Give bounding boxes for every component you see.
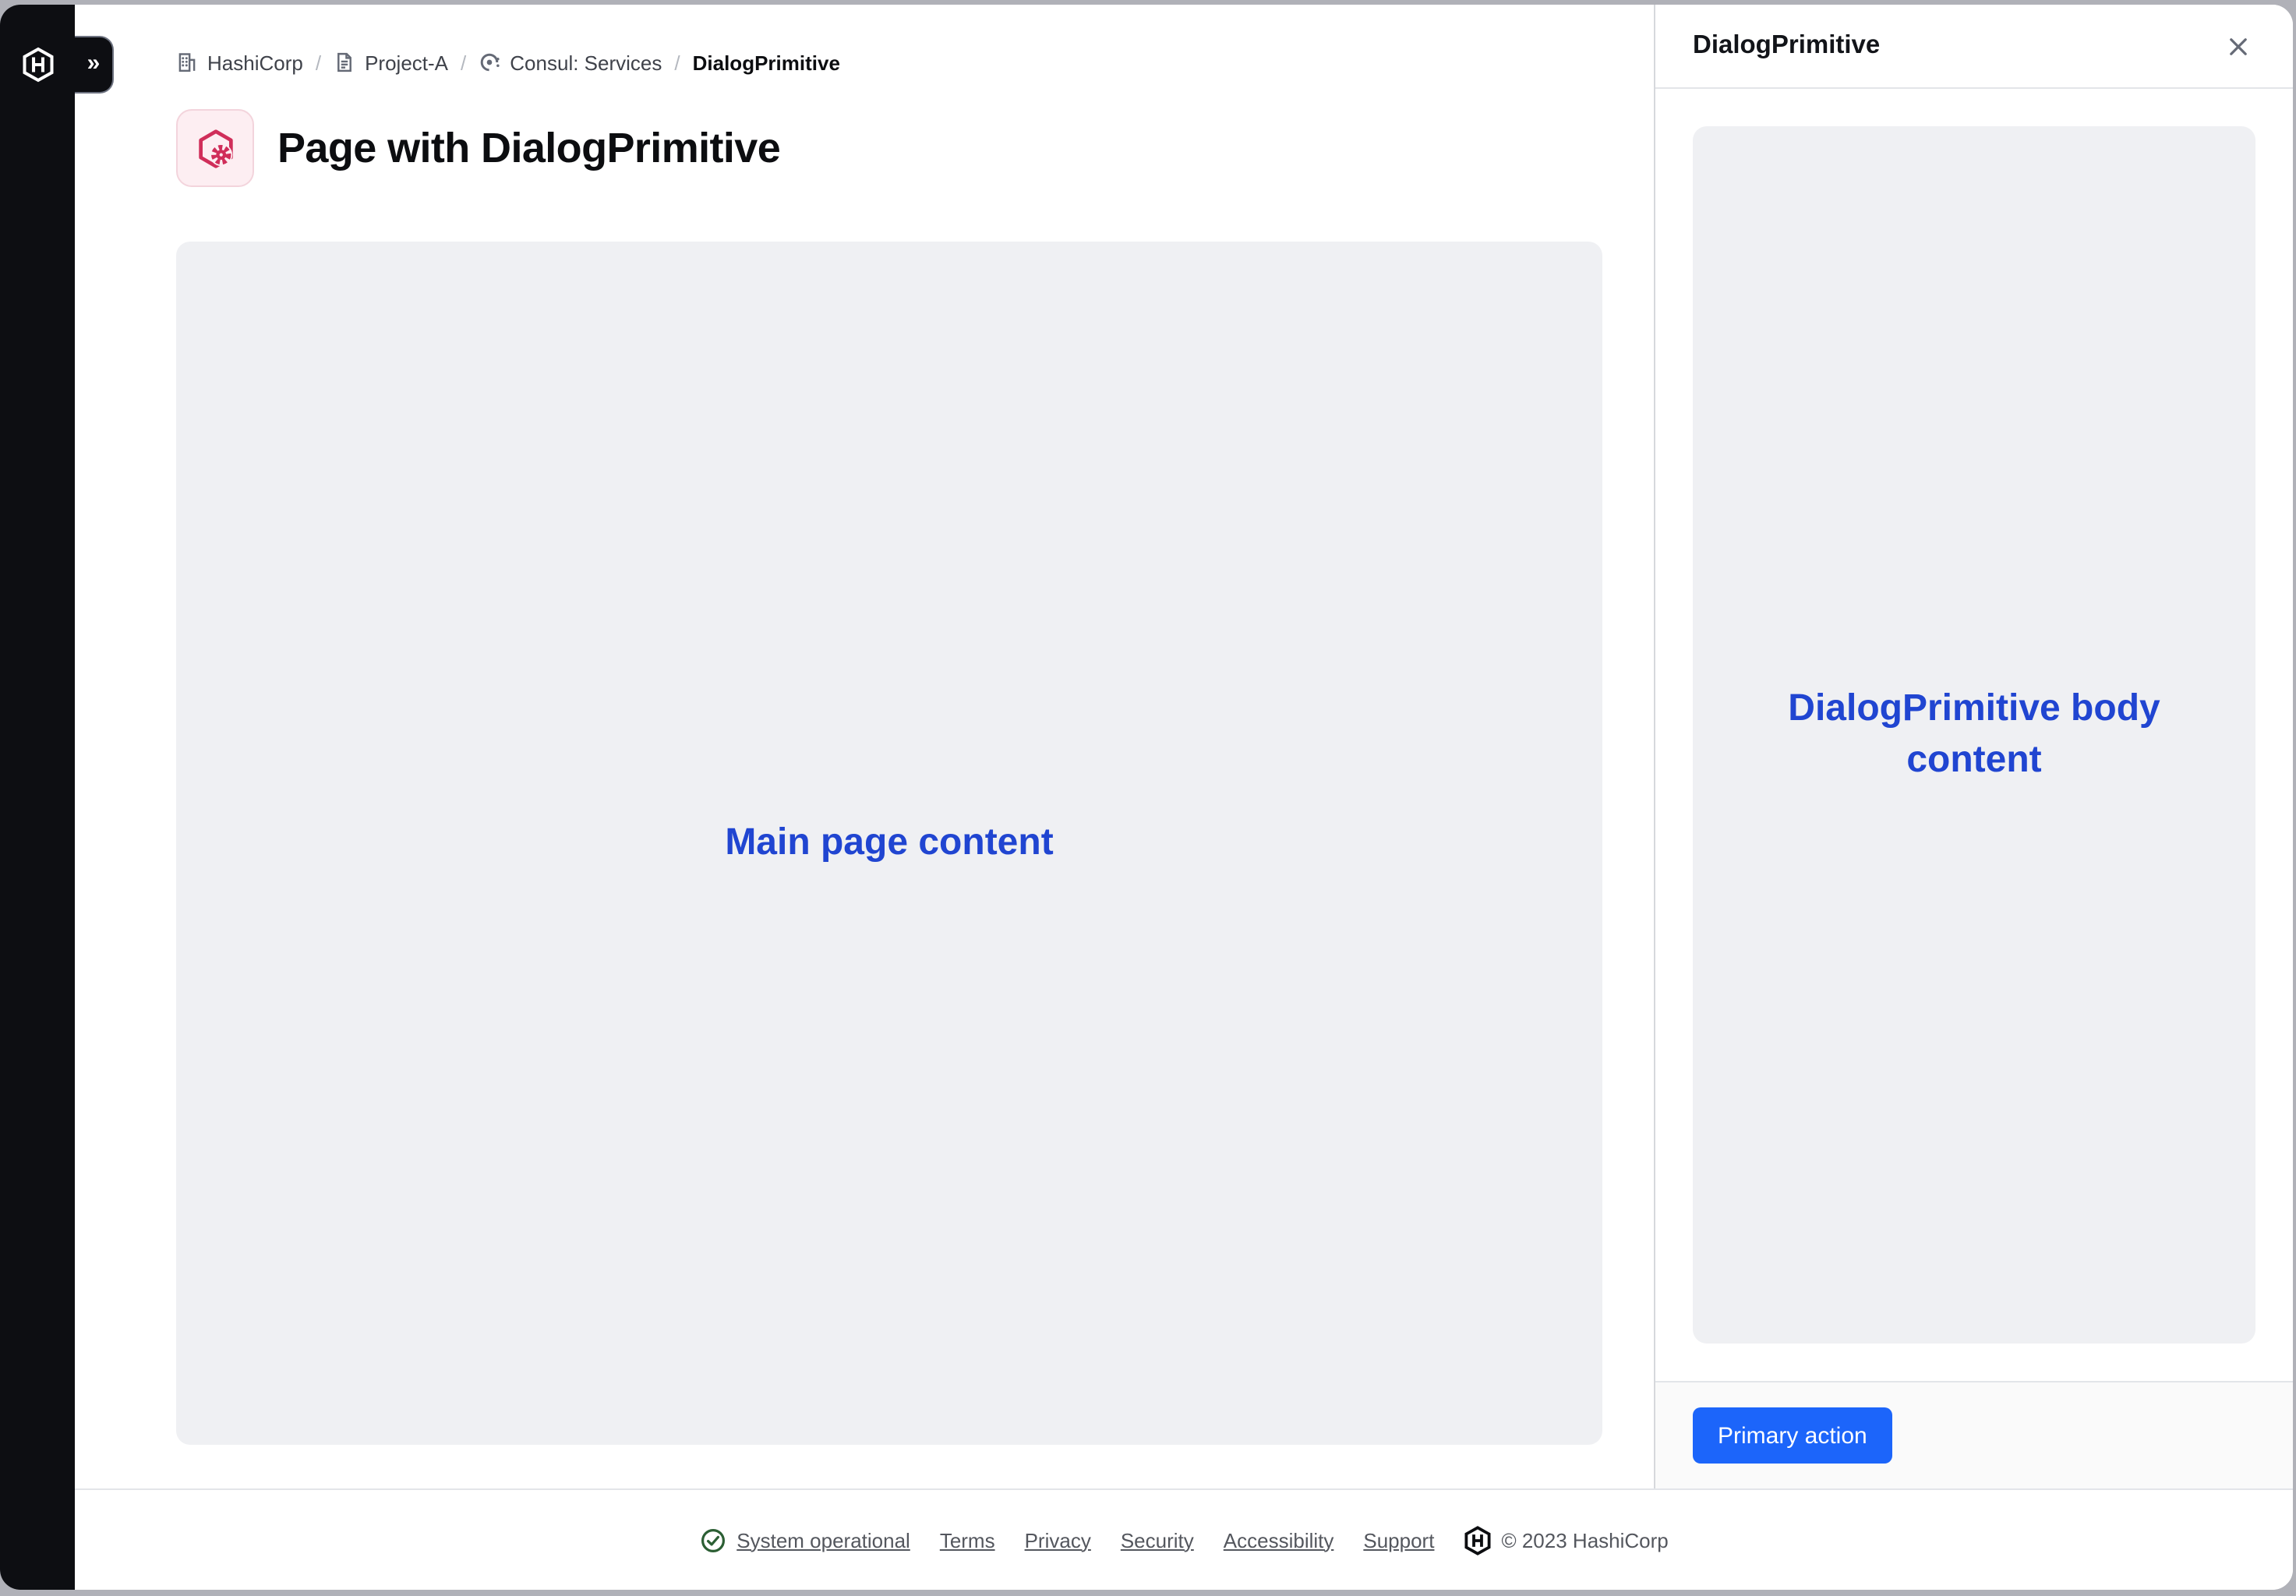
- dialog-close-button[interactable]: [2221, 29, 2255, 63]
- chevrons-right-icon: »: [87, 50, 101, 76]
- frame-upper: HashiCorp / Project-A: [75, 5, 2293, 1488]
- hashicorp-logo-icon[interactable]: [21, 47, 54, 83]
- breadcrumb-item-project[interactable]: Project-A: [334, 51, 448, 74]
- document-icon: [334, 51, 355, 73]
- footer-links-row: System operational Terms Privacy Securit…: [699, 1525, 1669, 1555]
- dialog-footer: Primary action: [1655, 1381, 2293, 1488]
- close-icon: [2227, 35, 2249, 57]
- footer-link-terms[interactable]: Terms: [940, 1528, 995, 1552]
- breadcrumb-item-hashicorp[interactable]: HashiCorp: [176, 51, 303, 74]
- breadcrumb-item-current: DialogPrimitive: [693, 51, 840, 74]
- dialog-body: DialogPrimitive body content: [1655, 89, 2293, 1381]
- footer-copyright: © 2023 HashiCorp: [1464, 1525, 1668, 1555]
- hexagon-gear-icon: [176, 109, 254, 187]
- page-title: Page with DialogPrimitive: [277, 124, 780, 172]
- footer-link-support[interactable]: Support: [1363, 1528, 1434, 1552]
- frame-right: HashiCorp / Project-A: [75, 5, 2293, 1590]
- dialog-primitive-panel: DialogPrimitive DialogPrimitive body con…: [1654, 5, 2293, 1488]
- breadcrumb-label: Project-A: [365, 51, 448, 74]
- hashicorp-logo-icon: [1464, 1525, 1492, 1555]
- viewport: » Ha: [0, 0, 2296, 1596]
- org-building-icon: [176, 51, 198, 73]
- breadcrumb-separator: /: [316, 51, 321, 74]
- breadcrumb-label: Consul: Services: [510, 51, 662, 74]
- page-header: Page with DialogPrimitive: [176, 109, 1602, 187]
- breadcrumb-separator: /: [674, 51, 680, 74]
- app-frame: » Ha: [0, 5, 2293, 1590]
- dialog-title: DialogPrimitive: [1693, 31, 1880, 61]
- footer-link-security[interactable]: Security: [1121, 1528, 1194, 1552]
- sidebar-expand-button[interactable]: »: [75, 36, 114, 94]
- footer-link-privacy[interactable]: Privacy: [1025, 1528, 1091, 1552]
- system-status-link[interactable]: System operational: [699, 1527, 910, 1553]
- status-check-icon: [699, 1527, 726, 1553]
- breadcrumb-item-consul-services[interactable]: Consul: Services: [479, 51, 662, 74]
- main-column: HashiCorp / Project-A: [75, 5, 1654, 1488]
- primary-action-button[interactable]: Primary action: [1693, 1407, 1892, 1464]
- copyright-text: © 2023 HashiCorp: [1501, 1528, 1668, 1552]
- breadcrumb: HashiCorp / Project-A: [176, 47, 1602, 78]
- consul-icon: [479, 51, 500, 73]
- main-content-placeholder: Main page content: [176, 242, 1602, 1445]
- nav-rail: [0, 5, 75, 1590]
- breadcrumb-separator: /: [461, 51, 466, 74]
- breadcrumb-label: DialogPrimitive: [693, 51, 840, 74]
- app-footer: System operational Terms Privacy Securit…: [75, 1488, 2293, 1590]
- dialog-body-text: DialogPrimitive body content: [1779, 684, 2169, 786]
- dialog-header: DialogPrimitive: [1655, 5, 2293, 89]
- dialog-body-placeholder: DialogPrimitive body content: [1693, 126, 2255, 1344]
- status-label: System operational: [736, 1528, 910, 1552]
- footer-link-accessibility[interactable]: Accessibility: [1224, 1528, 1334, 1552]
- breadcrumb-label: HashiCorp: [207, 51, 303, 74]
- main-placeholder-text: Main page content: [725, 818, 1053, 869]
